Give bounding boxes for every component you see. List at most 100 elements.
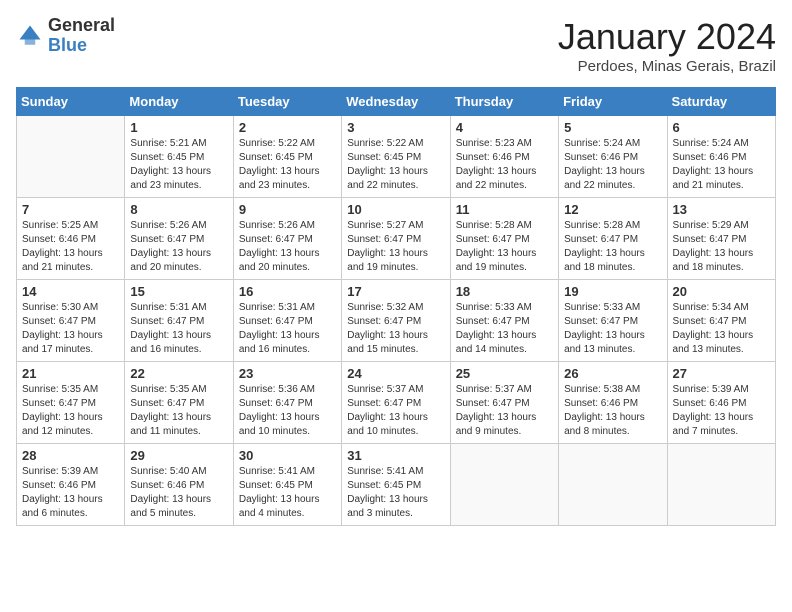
day-number: 16	[239, 284, 336, 299]
day-number: 5	[564, 120, 661, 135]
calendar-cell: 25 Sunrise: 5:37 AMSunset: 6:47 PMDayligh…	[450, 362, 558, 444]
calendar-week-row: 1Sunrise: 5:21 AMSunset: 6:45 PMDaylight…	[17, 116, 776, 198]
calendar-cell: 11Sunrise: 5:28 AMSunset: 6:47 PMDayligh…	[450, 198, 558, 280]
calendar-cell: 27 Sunrise: 5:39 AMSunset: 6:46 PMDayligh…	[667, 362, 775, 444]
calendar-week-row: 28 Sunrise: 5:39 AMSunset: 6:46 PMDayligh…	[17, 444, 776, 526]
cell-info: Sunrise: 5:29 AMSunset: 6:47 PMDaylight:…	[673, 220, 754, 273]
cell-info: Sunrise: 5:28 AMSunset: 6:47 PMDaylight:…	[456, 220, 537, 273]
cell-info: Sunrise: 5:39 AMSunset: 6:46 PMDaylight:…	[673, 384, 754, 437]
day-number: 7	[22, 202, 119, 217]
header-friday: Friday	[559, 88, 667, 116]
cell-info: Sunrise: 5:24 AMSunset: 6:46 PMDaylight:…	[673, 138, 754, 191]
cell-info: Sunrise: 5:31 AMSunset: 6:47 PMDaylight:…	[130, 302, 211, 355]
cell-info: Sunrise: 5:33 AMSunset: 6:47 PMDaylight:…	[456, 302, 537, 355]
cell-info: Sunrise: 5:33 AMSunset: 6:47 PMDaylight:…	[564, 302, 645, 355]
cell-info: Sunrise: 5:39 AMSunset: 6:46 PMDaylight:…	[22, 466, 103, 519]
cell-info: Sunrise: 5:24 AMSunset: 6:46 PMDaylight:…	[564, 138, 645, 191]
calendar-cell: 10 Sunrise: 5:27 AMSunset: 6:47 PMDayligh…	[342, 198, 450, 280]
cell-info: Sunrise: 5:32 AMSunset: 6:47 PMDaylight:…	[347, 302, 428, 355]
cell-info: Sunrise: 5:28 AMSunset: 6:47 PMDaylight:…	[564, 220, 645, 273]
calendar-cell: 13Sunrise: 5:29 AMSunset: 6:47 PMDayligh…	[667, 198, 775, 280]
calendar-cell	[17, 116, 125, 198]
day-number: 21	[22, 366, 119, 381]
day-number: 18	[456, 284, 553, 299]
calendar-cell: 5 Sunrise: 5:24 AMSunset: 6:46 PMDaylight…	[559, 116, 667, 198]
cell-info: Sunrise: 5:35 AMSunset: 6:47 PMDaylight:…	[22, 384, 103, 437]
day-number: 30	[239, 448, 336, 463]
calendar-week-row: 7Sunrise: 5:25 AMSunset: 6:46 PMDaylight…	[17, 198, 776, 280]
calendar-cell: 7Sunrise: 5:25 AMSunset: 6:46 PMDaylight…	[17, 198, 125, 280]
cell-info: Sunrise: 5:23 AMSunset: 6:46 PMDaylight:…	[456, 138, 537, 191]
calendar-cell: 8 Sunrise: 5:26 AMSunset: 6:47 PMDaylight…	[125, 198, 233, 280]
cell-info: Sunrise: 5:36 AMSunset: 6:47 PMDaylight:…	[239, 384, 320, 437]
calendar-cell: 6 Sunrise: 5:24 AMSunset: 6:46 PMDaylight…	[667, 116, 775, 198]
cell-info: Sunrise: 5:34 AMSunset: 6:47 PMDaylight:…	[673, 302, 754, 355]
cell-info: Sunrise: 5:26 AMSunset: 6:47 PMDaylight:…	[130, 220, 211, 273]
day-number: 17	[347, 284, 444, 299]
cell-info: Sunrise: 5:35 AMSunset: 6:47 PMDaylight:…	[130, 384, 211, 437]
day-number: 22	[130, 366, 227, 381]
day-number: 23	[239, 366, 336, 381]
day-number: 29	[130, 448, 227, 463]
calendar-cell: 29 Sunrise: 5:40 AMSunset: 6:46 PMDayligh…	[125, 444, 233, 526]
cell-info: Sunrise: 5:22 AMSunset: 6:45 PMDaylight:…	[239, 138, 320, 191]
day-number: 2	[239, 120, 336, 135]
day-number: 9	[239, 202, 336, 217]
location-subtitle: Perdoes, Minas Gerais, Brazil	[558, 58, 776, 75]
day-number: 12	[564, 202, 661, 217]
calendar-cell: 21 Sunrise: 5:35 AMSunset: 6:47 PMDayligh…	[17, 362, 125, 444]
cell-info: Sunrise: 5:40 AMSunset: 6:46 PMDaylight:…	[130, 466, 211, 519]
cell-info: Sunrise: 5:41 AMSunset: 6:45 PMDaylight:…	[347, 466, 428, 519]
day-number: 27	[673, 366, 770, 381]
day-number: 15	[130, 284, 227, 299]
calendar-cell: 12 Sunrise: 5:28 AMSunset: 6:47 PMDayligh…	[559, 198, 667, 280]
calendar-cell: 23 Sunrise: 5:36 AMSunset: 6:47 PMDayligh…	[233, 362, 341, 444]
calendar-cell	[450, 444, 558, 526]
calendar-cell	[667, 444, 775, 526]
day-number: 3	[347, 120, 444, 135]
cell-info: Sunrise: 5:22 AMSunset: 6:45 PMDaylight:…	[347, 138, 428, 191]
calendar-cell: 14 Sunrise: 5:30 AMSunset: 6:47 PMDayligh…	[17, 280, 125, 362]
header-monday: Monday	[125, 88, 233, 116]
month-title: January 2024	[558, 16, 776, 58]
day-number: 10	[347, 202, 444, 217]
calendar-cell: 20 Sunrise: 5:34 AMSunset: 6:47 PMDayligh…	[667, 280, 775, 362]
calendar-table: SundayMondayTuesdayWednesdayThursdayFrid…	[16, 87, 776, 526]
day-number: 14	[22, 284, 119, 299]
logo-blue-text: Blue	[48, 35, 87, 55]
cell-info: Sunrise: 5:27 AMSunset: 6:47 PMDaylight:…	[347, 220, 428, 273]
calendar-week-row: 14 Sunrise: 5:30 AMSunset: 6:47 PMDayligh…	[17, 280, 776, 362]
day-number: 28	[22, 448, 119, 463]
calendar-cell: 26 Sunrise: 5:38 AMSunset: 6:46 PMDayligh…	[559, 362, 667, 444]
calendar-cell: 19Sunrise: 5:33 AMSunset: 6:47 PMDayligh…	[559, 280, 667, 362]
header-thursday: Thursday	[450, 88, 558, 116]
header-tuesday: Tuesday	[233, 88, 341, 116]
day-number: 25	[456, 366, 553, 381]
cell-info: Sunrise: 5:41 AMSunset: 6:45 PMDaylight:…	[239, 466, 320, 519]
day-number: 20	[673, 284, 770, 299]
cell-info: Sunrise: 5:31 AMSunset: 6:47 PMDaylight:…	[239, 302, 320, 355]
day-number: 8	[130, 202, 227, 217]
calendar-cell: 22 Sunrise: 5:35 AMSunset: 6:47 PMDayligh…	[125, 362, 233, 444]
day-number: 6	[673, 120, 770, 135]
day-number: 26	[564, 366, 661, 381]
cell-info: Sunrise: 5:37 AMSunset: 6:47 PMDaylight:…	[456, 384, 537, 437]
calendar-header-row: SundayMondayTuesdayWednesdayThursdayFrid…	[17, 88, 776, 116]
calendar-cell: 15 Sunrise: 5:31 AMSunset: 6:47 PMDayligh…	[125, 280, 233, 362]
calendar-cell: 2 Sunrise: 5:22 AMSunset: 6:45 PMDaylight…	[233, 116, 341, 198]
calendar-cell: 31Sunrise: 5:41 AMSunset: 6:45 PMDayligh…	[342, 444, 450, 526]
calendar-cell: 1Sunrise: 5:21 AMSunset: 6:45 PMDaylight…	[125, 116, 233, 198]
calendar-cell: 24Sunrise: 5:37 AMSunset: 6:47 PMDayligh…	[342, 362, 450, 444]
calendar-cell: 3 Sunrise: 5:22 AMSunset: 6:45 PMDaylight…	[342, 116, 450, 198]
cell-info: Sunrise: 5:37 AMSunset: 6:47 PMDaylight:…	[347, 384, 428, 437]
calendar-cell: 4 Sunrise: 5:23 AMSunset: 6:46 PMDaylight…	[450, 116, 558, 198]
day-number: 4	[456, 120, 553, 135]
cell-info: Sunrise: 5:38 AMSunset: 6:46 PMDaylight:…	[564, 384, 645, 437]
page-header: General Blue January 2024 Perdoes, Minas…	[16, 16, 776, 75]
cell-info: Sunrise: 5:30 AMSunset: 6:47 PMDaylight:…	[22, 302, 103, 355]
logo-icon	[16, 22, 44, 50]
header-wednesday: Wednesday	[342, 88, 450, 116]
day-number: 1	[130, 120, 227, 135]
calendar-cell: 28 Sunrise: 5:39 AMSunset: 6:46 PMDayligh…	[17, 444, 125, 526]
calendar-week-row: 21 Sunrise: 5:35 AMSunset: 6:47 PMDayligh…	[17, 362, 776, 444]
